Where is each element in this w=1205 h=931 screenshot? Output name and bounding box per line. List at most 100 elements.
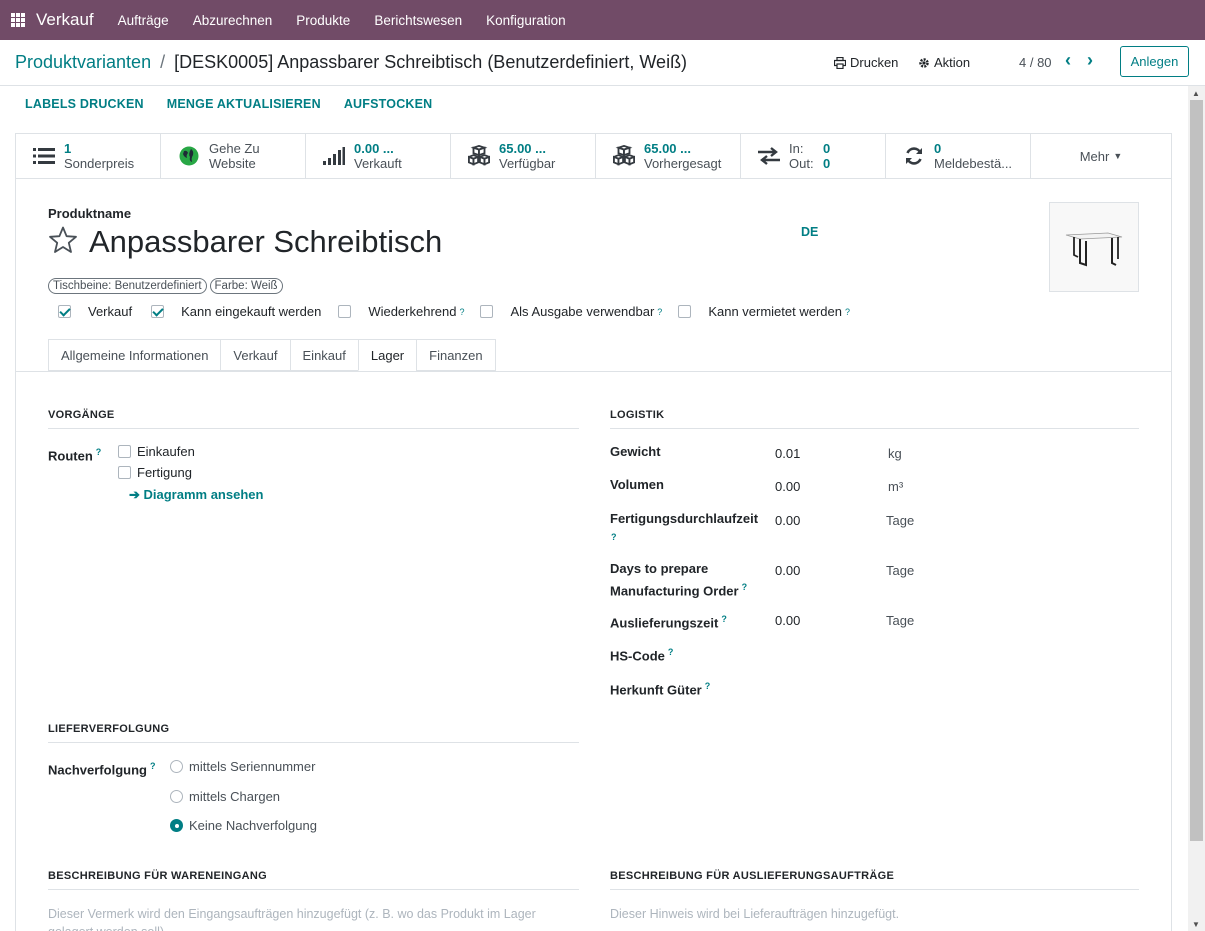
route-option[interactable]: Fertigung	[118, 465, 192, 480]
routes-label-text: Routen	[48, 448, 93, 464]
more-dropdown-button[interactable]: Mehr ▼	[1031, 134, 1171, 178]
origin-help-icon[interactable]: ?	[705, 681, 711, 691]
can-be-expensed-label: Als Ausgabe verwendbar	[510, 304, 655, 319]
product-name-field[interactable]: Anpassbarer Schreibtisch	[89, 224, 442, 260]
can-be-purchased-checkbox[interactable]	[151, 305, 165, 318]
days-prepare-field[interactable]: 0.00	[775, 563, 800, 578]
tracking-none-radio[interactable]	[170, 819, 183, 832]
manufacturing-lead-label: Fertigungsdurchlaufzeit?	[610, 510, 760, 550]
scroll-down-arrow-icon[interactable]: ▼	[1192, 920, 1200, 929]
hs-code-field[interactable]	[775, 643, 1139, 661]
tracking-none-label: Keine Nachverfolgung	[189, 818, 317, 833]
weight-field[interactable]: 0.01	[775, 446, 800, 461]
reorder-smart-button[interactable]: 0 Meldebestä...	[886, 134, 1031, 178]
delivery-lead-help-icon[interactable]: ?	[721, 614, 727, 624]
replenish-button[interactable]: AUFSTOCKEN	[344, 97, 433, 111]
statusbar-actions: LABELS DRUCKEN MENGE AKTUALISIEREN AUFST…	[0, 86, 1205, 121]
menu-configuration[interactable]: Konfiguration	[474, 13, 578, 28]
website-line1: Gehe Zu	[209, 141, 260, 156]
recurring-help-icon[interactable]: ?	[459, 307, 464, 317]
hs-code-help-icon[interactable]: ?	[668, 647, 674, 657]
signal-icon	[323, 145, 345, 167]
menu-orders[interactable]: Aufträge	[106, 13, 181, 28]
tracking-option[interactable]: mittels Seriennummer	[170, 759, 315, 774]
exchange-icon	[758, 145, 780, 167]
can-be-expensed-checkbox[interactable]	[480, 305, 494, 318]
print-button[interactable]: Drucken	[834, 55, 898, 70]
available-smart-button[interactable]: 65.00 ... Verfügbar	[451, 134, 596, 178]
tracking-option[interactable]: Keine Nachverfolgung	[170, 818, 317, 833]
language-toggle[interactable]: DE	[801, 225, 818, 239]
tab-general-information[interactable]: Allgemeine Informationen	[48, 339, 221, 371]
scrollbar-thumb[interactable]	[1190, 100, 1203, 841]
days-prepare-help-icon[interactable]: ?	[742, 582, 748, 592]
sold-smart-button[interactable]: 0.00 ... Verkauft	[306, 134, 451, 178]
print-label: Drucken	[850, 55, 899, 70]
tracking-lot-radio[interactable]	[170, 790, 183, 803]
control-panel: Produktvarianten / [DESK0005] Anpassbare…	[0, 40, 1205, 86]
website-line2: Website	[209, 156, 256, 171]
tracking-serial-radio[interactable]	[170, 760, 183, 773]
pager-previous-icon[interactable]: ‹	[1065, 50, 1071, 71]
pager-value[interactable]: 4 / 80	[1019, 55, 1052, 70]
breadcrumb-parent-link[interactable]: Produktvarianten	[15, 52, 151, 72]
can-be-sold-checkbox[interactable]	[58, 305, 71, 318]
top-navbar: Verkauf Aufträge Abzurechnen Produkte Be…	[0, 0, 1205, 40]
product-image[interactable]	[1049, 202, 1139, 292]
tab-inventory[interactable]: Lager	[357, 339, 417, 371]
tab-accounting[interactable]: Finanzen	[416, 339, 496, 371]
product-name-label: Produktname	[48, 206, 132, 221]
website-smart-button[interactable]: Gehe Zu Website	[161, 134, 306, 178]
manufacturing-lead-help-icon[interactable]: ?	[611, 532, 617, 542]
route-option[interactable]: Einkaufen	[118, 444, 195, 459]
gear-icon	[919, 57, 929, 68]
origin-label: Herkunft Güter?	[610, 677, 710, 699]
create-button[interactable]: Anlegen	[1120, 46, 1189, 77]
print-labels-button[interactable]: LABELS DRUCKEN	[25, 97, 144, 111]
tracking-serial-label: mittels Seriennummer	[189, 759, 316, 774]
tracking-help-icon[interactable]: ?	[150, 761, 156, 771]
volume-label: Volumen	[610, 477, 664, 492]
expense-help-icon[interactable]: ?	[657, 307, 662, 317]
update-quantity-button[interactable]: MENGE AKTUALISIEREN	[167, 97, 321, 111]
menu-reporting[interactable]: Berichtswesen	[362, 13, 474, 28]
forecast-smart-button[interactable]: 65.00 ... Vorhergesagt	[596, 134, 741, 178]
volume-unit: m³	[888, 479, 904, 494]
delivery-description-field[interactable]: Dieser Hinweis wird bei Lieferaufträgen …	[610, 905, 1130, 923]
pager-next-icon[interactable]: ›	[1087, 50, 1093, 71]
apps-menu-icon[interactable]	[11, 13, 25, 27]
recurring-checkbox[interactable]	[338, 305, 352, 318]
origin-label-text: Herkunft Güter	[610, 682, 702, 698]
in-out-smart-button[interactable]: In: 0 Out: 0	[741, 134, 886, 178]
route-buy-checkbox[interactable]	[118, 445, 131, 458]
days-prepare-label-line2: Manufacturing Order	[610, 583, 739, 599]
action-button[interactable]: Aktion	[918, 55, 970, 70]
tab-sales[interactable]: Verkauf	[220, 339, 290, 371]
view-diagram-link[interactable]: ➔ Diagramm ansehen	[129, 487, 263, 503]
rent-help-icon[interactable]: ?	[845, 307, 850, 317]
days-prepare-label-line1: Days to prepare	[610, 561, 709, 576]
sold-value: 0.00 ...	[354, 141, 394, 156]
delivery-lead-label-text: Auslieferungszeit	[610, 615, 719, 631]
receipt-description-field[interactable]: Dieser Vermerk wird den Eingangsaufträge…	[48, 905, 568, 931]
pricelist-smart-button[interactable]: 1 Sonderpreis	[16, 134, 161, 178]
tab-purchase[interactable]: Einkauf	[289, 339, 358, 371]
desk-image-icon	[1065, 232, 1123, 267]
can-be-rented-checkbox[interactable]	[678, 305, 692, 318]
route-manufacture-checkbox[interactable]	[118, 466, 131, 479]
delivery-lead-field[interactable]: 0.00	[775, 613, 800, 628]
menu-to-invoice[interactable]: Abzurechnen	[181, 13, 285, 28]
tracking-label-text: Nachverfolgung	[48, 762, 147, 778]
tracking-option[interactable]: mittels Chargen	[170, 789, 280, 804]
scroll-up-arrow-icon[interactable]: ▲	[1192, 89, 1200, 98]
app-brand[interactable]: Verkauf	[36, 10, 94, 30]
tracking-label: Nachverfolgung?	[48, 757, 155, 779]
volume-field[interactable]: 0.00	[775, 479, 800, 494]
favorite-star-icon[interactable]	[48, 226, 78, 257]
notebook-tabs: Allgemeine Informationen Verkauf Einkauf…	[48, 339, 496, 371]
routes-help-icon[interactable]: ?	[96, 447, 102, 457]
delivery-description-title: BESCHREIBUNG FÜR AUSLIEFERUNGSAUFTRÄGE	[610, 870, 1139, 890]
menu-products[interactable]: Produkte	[284, 13, 362, 28]
manufacturing-lead-field[interactable]: 0.00	[775, 513, 800, 528]
origin-field[interactable]	[775, 677, 1139, 695]
